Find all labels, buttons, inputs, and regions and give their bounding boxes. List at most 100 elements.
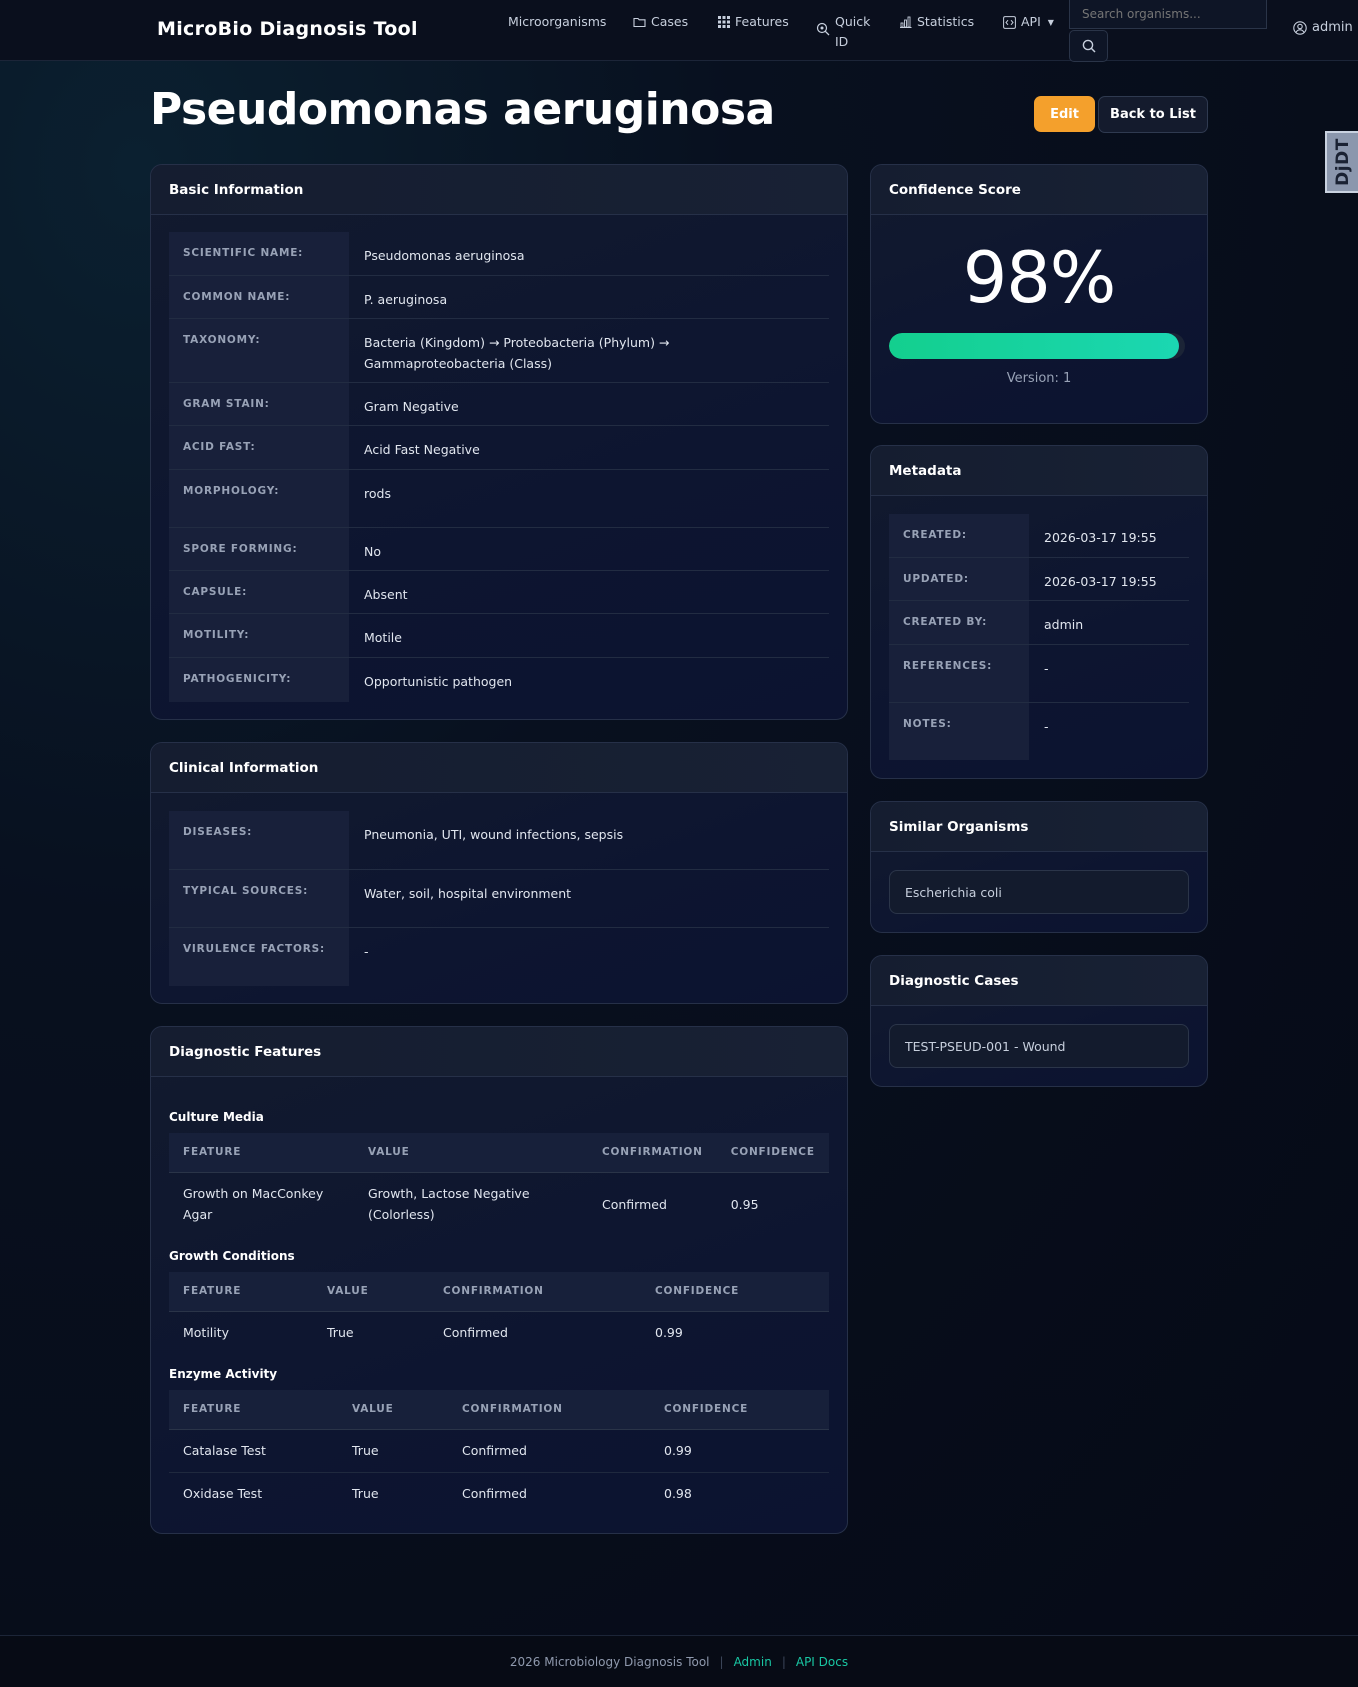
features-table-growth-conditions: FEATURE VALUE CONFIRMATION CONFIDENCE Mo… <box>169 1272 829 1354</box>
info-key: GRAM STAIN: <box>169 383 349 425</box>
info-key: MOTILITY: <box>169 614 349 657</box>
nav-label: Quick ID <box>835 14 871 49</box>
cell-confirmation: Confirmed <box>462 1486 527 1502</box>
info-value: Gram Negative <box>364 399 459 414</box>
meta-key: CREATED BY: <box>889 601 1029 644</box>
nav-label: API <box>1021 14 1041 29</box>
nav-label: Features <box>735 14 789 29</box>
footer-separator: | <box>781 1654 786 1669</box>
table-row: Catalase Test True Confirmed 0.99 <box>169 1429 829 1473</box>
search-virus-icon <box>816 22 830 36</box>
column-header: CONFIDENCE <box>650 1390 829 1430</box>
features-table-culture-media: FEATURE VALUE CONFIRMATION CONFIDENCE Gr… <box>169 1133 829 1236</box>
chevron-down-icon: ▼ <box>1047 18 1054 27</box>
info-key: TYPICAL SOURCES: <box>169 870 349 927</box>
info-value: Pseudomonas aeruginosa <box>364 248 525 263</box>
page-title: Pseudomonas aeruginosa <box>150 84 775 135</box>
info-value: Bacteria (Kingdom) → Proteobacteria (Phy… <box>364 335 670 371</box>
clinical-information-card: Clinical Information DISEASES: Pneumonia,… <box>150 742 848 1004</box>
confidence-progress-bar <box>889 333 1185 359</box>
info-row: TAXONOMY: Bacteria (Kingdom) → Proteobact… <box>169 319 829 383</box>
column-header: VALUE <box>338 1390 448 1430</box>
basic-info-table: SCIENTIFIC NAME: Pseudomonas aeruginosa C… <box>169 232 829 702</box>
table-row: Motility True Confirmed 0.99 <box>169 1311 829 1354</box>
meta-key: NOTES: <box>889 703 1029 760</box>
edit-button[interactable]: Edit <box>1034 96 1095 132</box>
footer: 2026 Microbiology Diagnosis Tool | Admin… <box>0 1635 1358 1687</box>
nav-label: Cases <box>651 14 689 29</box>
cell-feature: Motility <box>183 1325 230 1341</box>
nav-label: Microorganisms <box>508 14 607 29</box>
meta-value: - <box>1044 661 1049 676</box>
meta-key: REFERENCES: <box>889 645 1029 702</box>
user-circle-icon <box>1293 20 1307 35</box>
back-to-list-button[interactable]: Back to List <box>1098 96 1208 133</box>
search-input[interactable] <box>1069 0 1267 29</box>
card-header: Confidence Score <box>871 165 1207 215</box>
diagnostic-case-link[interactable]: TEST-PSEUD-001 - Wound <box>889 1024 1189 1068</box>
info-row: COMMON NAME: P. aeruginosa <box>169 276 829 319</box>
cell-feature: Catalase Test <box>169 1429 338 1473</box>
diagnostic-cases-card: Diagnostic Cases TEST-PSEUD-001 - Wound <box>870 955 1208 1087</box>
card-title: Metadata <box>889 462 962 479</box>
features-table-enzyme-activity: FEATURE VALUE CONFIRMATION CONFIDENCE Ca… <box>169 1390 829 1515</box>
column-header: FEATURE <box>169 1272 313 1312</box>
footer-admin-link[interactable]: Admin <box>734 1655 772 1669</box>
diagnostic-features-card: Diagnostic Features Culture Media FEATUR… <box>150 1026 848 1534</box>
meta-value: - <box>1044 719 1049 734</box>
search-button[interactable] <box>1069 30 1108 62</box>
column-header: CONFIRMATION <box>588 1133 717 1173</box>
info-value: Water, soil, hospital environment <box>364 886 572 901</box>
column-header: CONFIDENCE <box>641 1272 829 1312</box>
meta-row: UPDATED: 2026-03-17 19:55 <box>889 558 1189 601</box>
meta-value: 2026-03-17 19:55 <box>1044 530 1157 545</box>
info-row: SPORE FORMING: No <box>169 528 829 571</box>
info-key: SCIENTIFIC NAME: <box>169 232 349 275</box>
column-header: VALUE <box>354 1133 588 1173</box>
nav-statistics[interactable]: Statistics <box>899 12 974 32</box>
nav-cases[interactable]: Cases <box>633 12 688 32</box>
nav-api-dropdown[interactable]: API ▼ <box>1003 12 1054 33</box>
card-title: Clinical Information <box>169 759 319 776</box>
column-header: FEATURE <box>169 1390 338 1430</box>
debug-toolbar-tab[interactable]: DjDT <box>1325 131 1358 193</box>
version-label: Version: 1 <box>1006 371 1072 386</box>
column-header: CONFIRMATION <box>429 1272 641 1312</box>
info-key: DISEASES: <box>169 811 349 869</box>
info-row: CAPSULE: Absent <box>169 571 829 614</box>
confidence-progress-fill <box>889 333 1180 359</box>
info-row: VIRULENCE FACTORS: - <box>169 928 829 986</box>
footer-copyright: 2026 Microbiology Diagnosis Tool <box>509 1654 710 1669</box>
info-key: CAPSULE: <box>169 571 349 613</box>
brand-logo[interactable]: MicroBio Diagnosis Tool <box>157 18 418 40</box>
cell-confirmation: Confirmed <box>443 1325 508 1341</box>
username: admin <box>1312 20 1353 35</box>
debug-toolbar-label: DjDT <box>1332 138 1353 186</box>
info-value: No <box>364 544 381 559</box>
info-key: TAXONOMY: <box>169 319 349 382</box>
card-header: Basic Information <box>151 165 847 215</box>
info-key: PATHOGENICITY: <box>169 658 349 702</box>
nav-quick-id[interactable]: Quick ID <box>816 12 876 52</box>
cell-feature: Growth on MacConkey Agar <box>183 1186 324 1223</box>
column-header: VALUE <box>313 1272 429 1312</box>
similar-organism-link[interactable]: Escherichia coli <box>889 870 1189 914</box>
nav-features[interactable]: Features <box>718 12 789 32</box>
card-header: Diagnostic Features <box>151 1027 847 1077</box>
table-header-row: FEATURE VALUE CONFIRMATION CONFIDENCE <box>169 1133 829 1173</box>
footer-api-docs-link[interactable]: API Docs <box>796 1655 848 1669</box>
nav-microorganisms[interactable]: Microorganisms <box>508 12 606 32</box>
column-header: CONFIRMATION <box>448 1390 650 1430</box>
bar-chart-icon <box>900 16 912 28</box>
table-row: Oxidase Test True Confirmed 0.98 <box>169 1472 829 1515</box>
table-header-row: FEATURE VALUE CONFIRMATION CONFIDENCE <box>169 1272 829 1312</box>
meta-row: CREATED BY: admin <box>889 601 1189 645</box>
table-header-row: FEATURE VALUE CONFIRMATION CONFIDENCE <box>169 1390 829 1430</box>
clinical-info-table: DISEASES: Pneumonia, UTI, wound infection… <box>169 811 829 986</box>
section-culture-media: Culture Media <box>169 1110 264 1124</box>
footer-separator: | <box>719 1654 724 1669</box>
card-header: Clinical Information <box>151 743 847 793</box>
cell-confidence: 0.99 <box>650 1429 829 1473</box>
confidence-score-card: Confidence Score 98% Version: 1 <box>870 164 1208 424</box>
user-menu[interactable]: admin <box>1293 20 1353 35</box>
